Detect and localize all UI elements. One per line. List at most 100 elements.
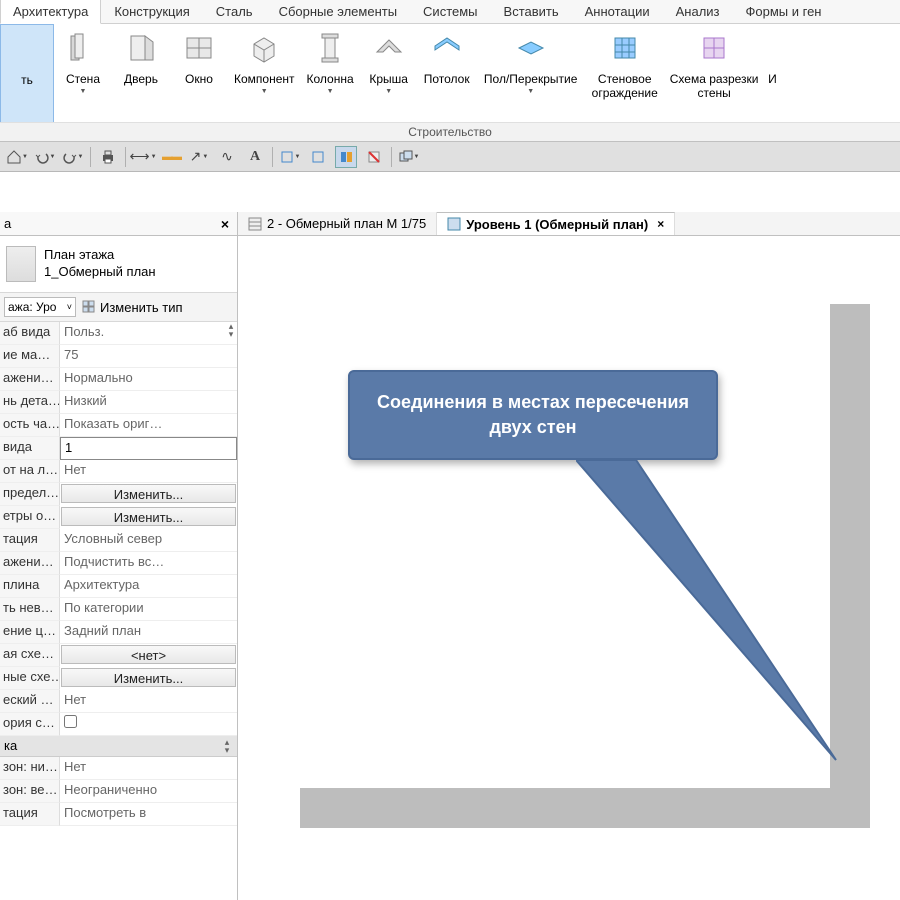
property-row[interactable]: от на л…Нет	[0, 460, 237, 483]
window-label: Окно	[185, 72, 213, 86]
property-value[interactable]: Изменить...	[61, 668, 236, 687]
property-row[interactable]: ть нев…По категории	[0, 598, 237, 621]
property-value[interactable]: Изменить...	[61, 507, 236, 526]
section-box-icon[interactable]: ▼	[279, 146, 301, 168]
property-name: тация	[0, 803, 60, 826]
callout-box: Соединения в местах пересечения двух сте…	[348, 370, 718, 460]
property-row[interactable]: тацияУсловный север	[0, 529, 237, 552]
property-name: зон: ни…	[0, 757, 60, 780]
print-icon[interactable]	[97, 146, 119, 168]
property-row[interactable]: вида1	[0, 437, 237, 460]
property-name: ория с…	[0, 713, 60, 736]
property-row[interactable]: етры о…Изменить...	[0, 506, 237, 529]
callout-pointer	[576, 460, 856, 780]
spline-icon[interactable]: ∿	[216, 146, 238, 168]
ribbon-tab-annotate[interactable]: Аннотации	[572, 0, 663, 23]
document-tab-label: Уровень 1 (Обмерный план)	[466, 217, 648, 232]
type-name: План этажа	[44, 247, 156, 264]
ribbon-tab-structure[interactable]: Конструкция	[101, 0, 202, 23]
ribbon-tab-analyze[interactable]: Анализ	[663, 0, 733, 23]
property-row[interactable]: ория с…	[0, 713, 237, 736]
thin-lines-icon[interactable]	[307, 146, 329, 168]
property-name: еский …	[0, 690, 60, 713]
property-value: Польз.	[60, 322, 237, 345]
property-name: ть нев…	[0, 598, 60, 621]
instance-filter-dropdown[interactable]: ажа: Уро	[4, 297, 76, 317]
property-row[interactable]: ость ча…Показать ориг…	[0, 414, 237, 437]
property-name: ение ц…	[0, 621, 60, 644]
property-row[interactable]: ажени…Нормально	[0, 368, 237, 391]
property-value: Неограниченно	[60, 780, 237, 803]
expand-collapse-icon[interactable]: ▴▾	[221, 738, 233, 754]
property-row[interactable]: ение ц…Задний план	[0, 621, 237, 644]
ribbon-tab-steel[interactable]: Сталь	[203, 0, 266, 23]
property-row[interactable]: ая схе…<нет>	[0, 644, 237, 667]
window-icon	[179, 28, 219, 68]
property-name: аб вида	[0, 322, 60, 345]
properties-grid[interactable]: ▴▾ аб видаПольз.ие ма…75ажени…Нормальнон…	[0, 322, 237, 900]
property-name: вида	[0, 437, 60, 460]
floor-label: Пол/Перекрытие	[484, 72, 577, 86]
mullion-label: И	[768, 72, 777, 86]
edit-type-button[interactable]: Изменить тип	[82, 300, 183, 315]
property-row[interactable]: зон: ве…Неограниченно	[0, 780, 237, 803]
edit-type-icon	[82, 300, 96, 314]
property-name: ая схе…	[0, 644, 60, 667]
property-value: Подчистить вс…	[60, 552, 237, 575]
property-row[interactable]: аб видаПольз.	[0, 322, 237, 345]
ceiling-icon	[427, 28, 467, 68]
switch-windows-icon[interactable]: ▼	[398, 146, 420, 168]
close-icon[interactable]: ×	[217, 216, 233, 232]
property-row[interactable]: ные схе…Изменить...	[0, 667, 237, 690]
ribbon-tab-massing[interactable]: Формы и ген	[733, 0, 835, 23]
property-name: предел…	[0, 483, 60, 506]
view-control-icon[interactable]	[335, 146, 357, 168]
column-icon	[310, 28, 350, 68]
text-icon[interactable]: A	[244, 146, 266, 168]
property-value[interactable]: <нет>	[61, 645, 236, 664]
property-value[interactable]: 1	[60, 437, 237, 460]
property-name: ажени…	[0, 552, 60, 575]
type-subname: 1_Обмерный план	[44, 264, 156, 281]
expand-collapse-icon[interactable]: ▴▾	[225, 322, 237, 338]
property-row[interactable]: нь дета…Низкий	[0, 391, 237, 414]
document-tab-inactive[interactable]: 2 - Обмерный план М 1/75	[238, 212, 437, 235]
ribbon-tab-precast[interactable]: Сборные элементы	[266, 0, 410, 23]
curtain-wall-icon	[605, 28, 645, 68]
close-tab-icon[interactable]: ×	[657, 217, 664, 231]
property-value: Условный север	[60, 529, 237, 552]
dimension-icon[interactable]: ▬▬	[160, 146, 182, 168]
property-row[interactable]: плинаАрхитектура	[0, 575, 237, 598]
property-name: плина	[0, 575, 60, 598]
undo-icon[interactable]: ▼	[34, 146, 56, 168]
component-label: Компонент	[234, 72, 295, 86]
floor-icon	[511, 28, 551, 68]
property-name: ие ма…	[0, 345, 60, 368]
chevron-down-icon: ▼	[80, 88, 87, 95]
home-icon[interactable]: ▼	[6, 146, 28, 168]
type-selector[interactable]: План этажа 1_Обмерный план	[0, 236, 237, 293]
property-value[interactable]	[60, 713, 237, 736]
spot-icon[interactable]: ↗▼	[188, 146, 210, 168]
wall-horizontal[interactable]	[300, 788, 870, 828]
ribbon-tab-systems[interactable]: Системы	[410, 0, 490, 23]
property-row[interactable]: зон: ни…Нет	[0, 757, 237, 780]
redo-icon[interactable]: ▼	[62, 146, 84, 168]
property-row[interactable]: еский …Нет	[0, 690, 237, 713]
ribbon-tab-architecture[interactable]: Архитектура	[0, 0, 101, 24]
property-row[interactable]: тацияПосмотреть в	[0, 803, 237, 826]
property-value[interactable]: Изменить...	[61, 484, 236, 503]
drawing-viewport[interactable]: Соединения в местах пересечения двух сте…	[238, 236, 900, 900]
close-hidden-icon[interactable]	[363, 146, 385, 168]
wall-icon	[63, 28, 103, 68]
group-header[interactable]: ка▴▾	[0, 736, 237, 757]
chevron-down-icon: ▼	[327, 88, 334, 95]
property-row[interactable]: предел…Изменить...	[0, 483, 237, 506]
property-row[interactable]: ажени…Подчистить вс…	[0, 552, 237, 575]
property-row[interactable]: ие ма…75	[0, 345, 237, 368]
measure-icon[interactable]: ⟷▼	[132, 146, 154, 168]
ribbon-tab-insert[interactable]: Вставить	[491, 0, 572, 23]
document-tab-active[interactable]: Уровень 1 (Обмерный план) ×	[437, 212, 675, 235]
column-label: Колонна	[307, 72, 354, 86]
property-name: зон: ве…	[0, 780, 60, 803]
